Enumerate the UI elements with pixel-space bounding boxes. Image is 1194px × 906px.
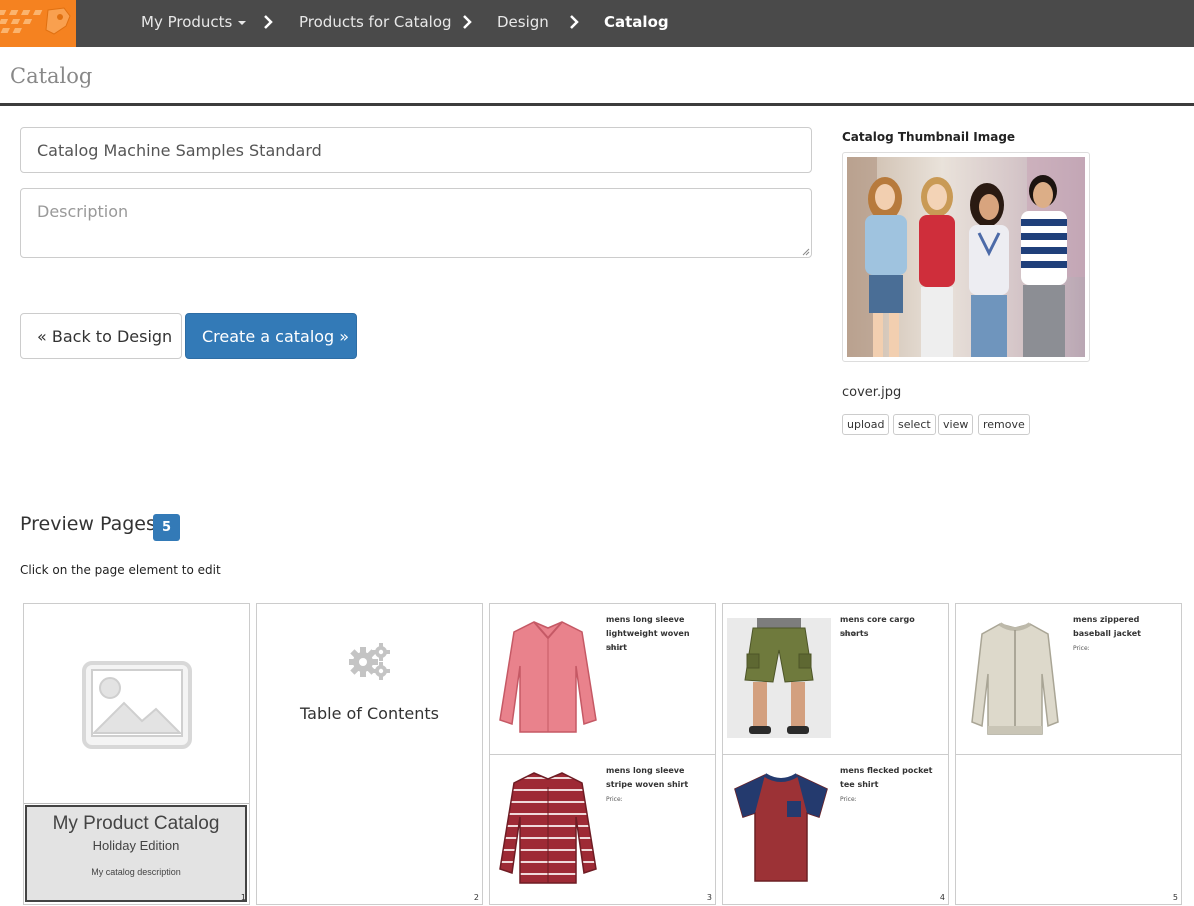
- upload-button[interactable]: upload: [842, 414, 890, 435]
- breadcrumb-my-products[interactable]: My Products: [141, 13, 247, 31]
- baseball-jacket-icon: [971, 622, 1059, 735]
- resize-grip-icon[interactable]: [802, 248, 810, 256]
- page-number: 2: [473, 893, 479, 902]
- product-item[interactable]: mens zippered baseball jacket Price:: [956, 604, 1181, 753]
- chevron-right-icon: [570, 15, 579, 29]
- product-price: Price:: [840, 796, 857, 803]
- page-number: 1: [240, 893, 246, 902]
- thumbnail-image[interactable]: [842, 152, 1090, 362]
- preview-page-3[interactable]: mens long sleeve lightweight woven shirt…: [489, 603, 716, 905]
- page-count-badge: 5: [153, 514, 180, 541]
- product-price: Price:: [1073, 645, 1090, 652]
- remove-button[interactable]: remove: [978, 414, 1030, 435]
- preview-page-toc[interactable]: Table of Contents 2: [256, 603, 483, 905]
- page-title: Catalog: [10, 64, 93, 88]
- cover-subtitle: Holiday Edition: [92, 838, 180, 853]
- breadcrumb-catalog: Catalog: [604, 13, 669, 31]
- preview-page-cover[interactable]: My Product Catalog Holiday Edition My ca…: [23, 603, 250, 905]
- preview-page-4[interactable]: mens core cargo shorts Price: mens fleck…: [722, 603, 949, 905]
- chevron-right-icon: [463, 15, 472, 29]
- top-nav-bar: My Products Products for Catalog Design …: [0, 0, 1194, 47]
- description-textarea[interactable]: [20, 188, 812, 258]
- product-name: mens long sleeve stripe woven shirt: [606, 766, 689, 789]
- product-price: Price:: [606, 645, 623, 652]
- cargo-shorts-icon: [727, 618, 831, 738]
- edit-hint: Click on the page element to edit: [20, 563, 221, 577]
- pink-shirt-icon: [499, 621, 597, 733]
- caret-down-icon: [238, 20, 247, 25]
- cover-title: My Product Catalog: [52, 813, 220, 834]
- select-button[interactable]: select: [893, 414, 936, 435]
- product-item[interactable]: mens long sleeve lightweight woven shirt…: [490, 604, 715, 753]
- thumbnail-label: Catalog Thumbnail Image: [842, 130, 1016, 144]
- cover-photo-icon: [847, 157, 1085, 357]
- cover-description: My catalog description: [91, 867, 181, 877]
- chevron-right-icon: [264, 15, 273, 29]
- view-button[interactable]: view: [938, 414, 974, 435]
- back-to-design-button[interactable]: « Back to Design: [20, 313, 182, 359]
- product-item[interactable]: mens flecked pocket tee shirt Price:: [723, 754, 948, 903]
- catalog-name-input[interactable]: [20, 127, 812, 173]
- product-item[interactable]: mens long sleeve stripe woven shirt Pric…: [490, 754, 715, 903]
- logo-icon: [0, 7, 71, 35]
- toc-title: Table of Contents: [300, 704, 439, 723]
- product-price: Price:: [840, 631, 857, 638]
- striped-shirt-icon: [499, 772, 597, 884]
- thumbnail-file-name: cover.jpg: [842, 385, 902, 400]
- product-name: mens zippered baseball jacket: [1073, 615, 1141, 638]
- create-catalog-button[interactable]: Create a catalog »: [185, 313, 357, 359]
- logo[interactable]: [0, 0, 76, 47]
- preview-page-5[interactable]: mens zippered baseball jacket Price: 5: [955, 603, 1182, 905]
- product-price: Price:: [606, 796, 623, 803]
- page-number: 5: [1172, 893, 1178, 902]
- product-name: mens flecked pocket tee shirt: [840, 766, 933, 789]
- pocket-tee-icon: [734, 773, 828, 882]
- title-divider: [0, 103, 1194, 106]
- preview-pages-heading: Preview Pages: [20, 513, 156, 535]
- gears-icon: [349, 643, 390, 680]
- page-number: 3: [706, 893, 712, 902]
- empty-product-slot[interactable]: [956, 754, 1181, 903]
- breadcrumb-design[interactable]: Design: [497, 13, 549, 31]
- breadcrumb-products-for-catalog[interactable]: Products for Catalog: [299, 13, 452, 31]
- breadcrumb-label: My Products: [141, 13, 233, 31]
- image-placeholder-icon: [82, 661, 192, 749]
- cover-image-placeholder[interactable]: [24, 604, 249, 804]
- product-item[interactable]: mens core cargo shorts Price:: [723, 604, 948, 753]
- page-number: 4: [939, 893, 945, 902]
- cover-text-block[interactable]: My Product Catalog Holiday Edition My ca…: [25, 805, 247, 902]
